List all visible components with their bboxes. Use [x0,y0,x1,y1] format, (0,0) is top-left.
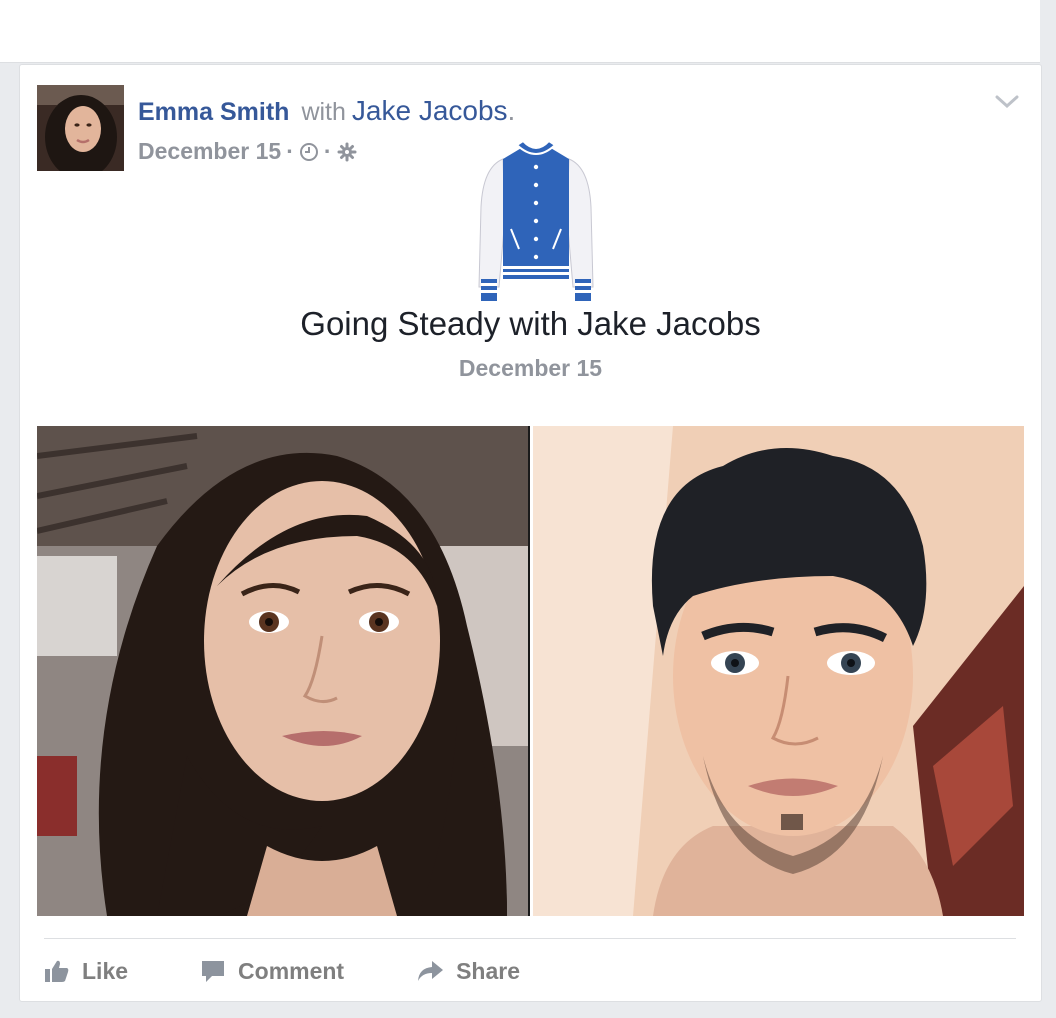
photo-divider [528,426,530,916]
post-header: Emma Smith with Jake Jacobs. [138,95,515,127]
like-button[interactable]: Like [44,958,128,985]
share-arrow-icon [416,958,456,984]
gear-icon[interactable] [337,142,357,162]
comment-button[interactable]: Comment [200,958,344,985]
chevron-down-icon[interactable] [994,93,1020,111]
page-background-rail [1040,0,1056,1018]
author-name[interactable]: Emma Smith [138,98,289,126]
tagged-suffix: . [507,95,516,126]
previous-post-bottom [0,0,1040,63]
post-action-bar: Like Comment Share [44,953,592,989]
action-bar-divider [44,938,1016,939]
author-avatar[interactable] [37,85,124,171]
life-event-date: December 15 [458,355,603,381]
with-label: with [301,98,346,126]
tagged-person-name[interactable]: Jake Jacobs [352,95,508,126]
life-event-title: Going Steady with Jake Jacobs [300,305,761,342]
meta-separator: · [286,138,294,164]
photo-woman[interactable] [37,426,528,916]
comment-label: Comment [238,957,345,984]
clock-icon [299,142,319,162]
share-button[interactable]: Share [416,958,520,985]
post-meta: December 15 · · [138,138,357,165]
comment-bubble-icon [200,958,238,984]
like-label: Like [82,957,129,984]
feed-post: Emma Smith with Jake Jacobs. December 15 ·… [19,64,1042,1002]
varsity-jacket-icon [477,137,595,305]
thumbs-up-icon [44,958,82,984]
share-label: Share [456,957,521,984]
photo-man[interactable] [533,426,1024,916]
post-date[interactable]: December 15 [138,138,281,165]
meta-separator: · [323,138,332,164]
